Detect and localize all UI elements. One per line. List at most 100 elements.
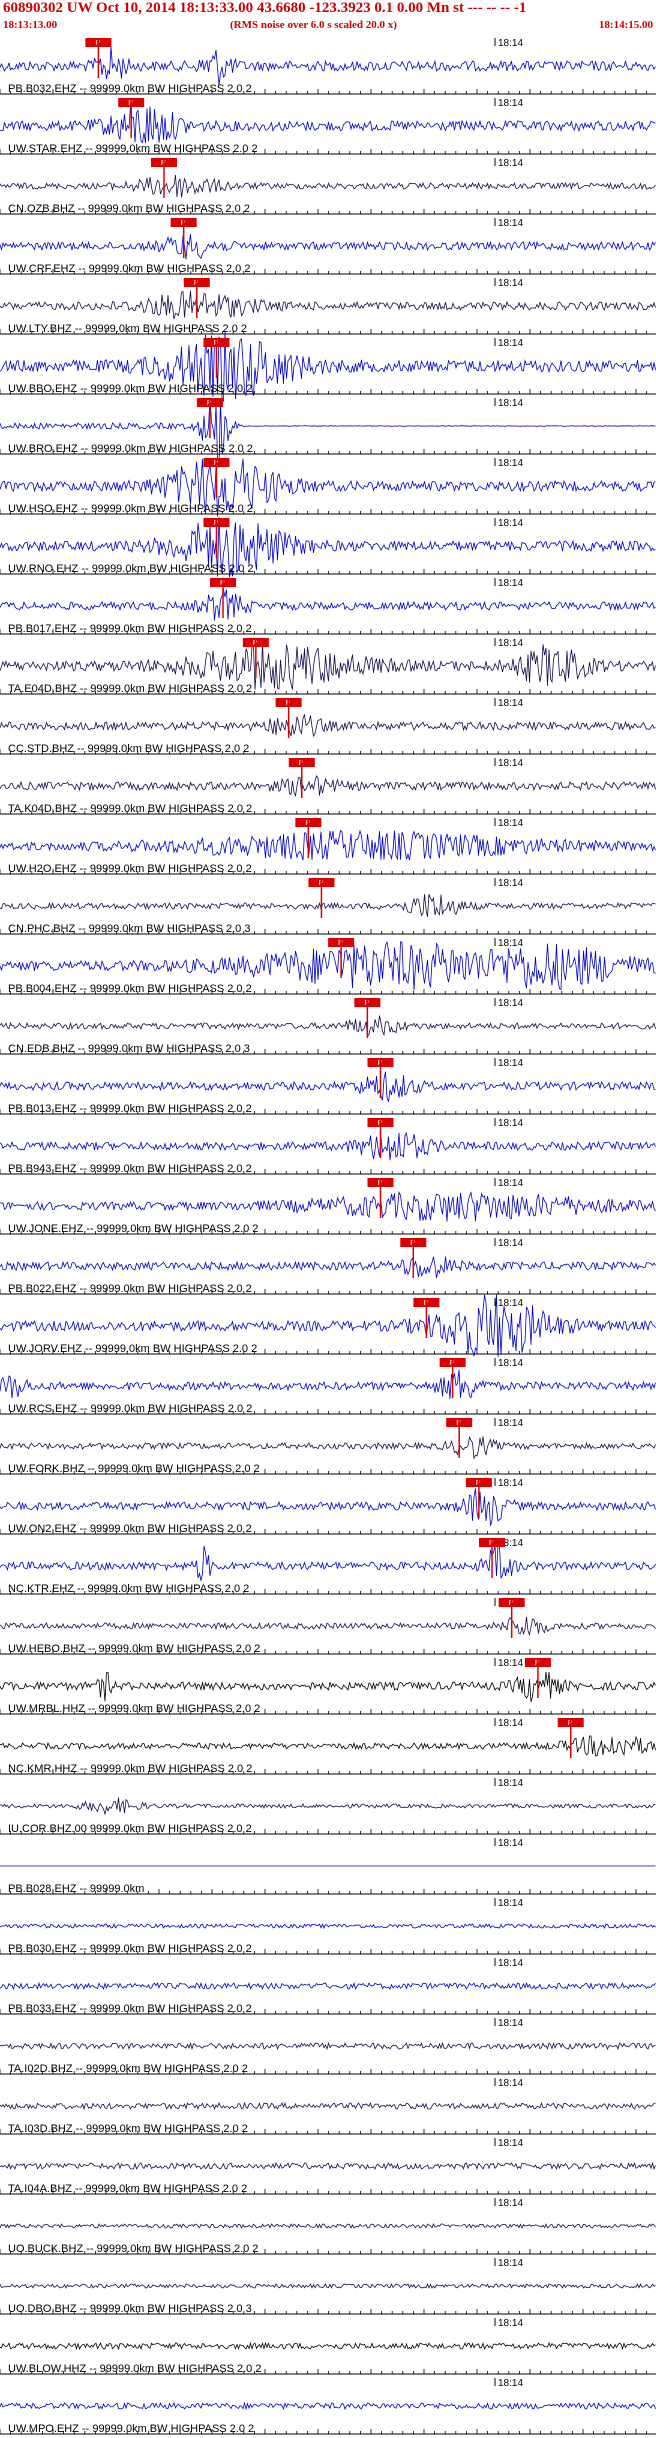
channel-17: 18:14PPB.B013.EHZ -- 99999.0km BW HIGHPA… (0, 1058, 656, 1115)
channel-12: 18:14PTA.K04D.BHZ -- 99999.0km BW HIGHPA… (0, 758, 656, 815)
channel-label: CN.EDB.BHZ -- 99999.0km BW HIGHPASS 2.0 … (8, 1043, 250, 1055)
waveform (0, 397, 656, 468)
waveform (0, 1435, 656, 1460)
minute-tick-label: 18:14 (498, 1238, 523, 1249)
minute-tick-label: 18:14 (498, 458, 523, 469)
minute-tick-label: 18:14 (498, 698, 523, 709)
minute-tick-label: 18:14 (498, 818, 523, 829)
channel-1: 18:14PUW.STAR.EHZ -- 99999.0km BW HIGHPA… (0, 98, 656, 155)
channel-21: 18:14PUW.JORV.EHZ -- 99999.0km BW HIGHPA… (0, 1294, 656, 1357)
channel-label: PB.B033.EHZ -- 99999.0km BW HIGHPASS 2.0… (8, 2003, 252, 2015)
channel-9: 18:14PPB.B017.EHZ -- 99999.0km BW HIGHPA… (0, 578, 656, 635)
minute-tick-label: 18:14 (498, 638, 523, 649)
channel-label: UW.MPO.EHZ -- 99999.0km BW HIGHPASS 2.0 … (8, 2423, 254, 2435)
start-time: 18:13:13.00 (3, 19, 58, 31)
channel-33: 18:14 TA.I02D.BHZ -- 99999.0km BW HIGHPAS… (0, 2018, 656, 2075)
waveform (0, 1488, 656, 1526)
minute-tick-label: 18:14 (498, 1718, 523, 1729)
channel-label: UW.RCS.EHZ -- 99999.0km BW HIGHPASS 2.0 … (8, 1403, 252, 1415)
channel-13: 18:14PUW.H2O.EHZ -- 99999.0km BW HIGHPAS… (0, 818, 656, 875)
plot-header: 60890302 UW Oct 10, 2014 18:13:33.00 43.… (0, 0, 656, 34)
channel-19: 18:14PUW.JONE.EHZ -- 99999.0km BW HIGHPA… (0, 1178, 656, 1235)
waveform (0, 829, 656, 861)
channel-label: TA.I02D.BHZ -- 99999.0km BW HIGHPASS 2.0… (8, 2063, 248, 2075)
waveform (0, 775, 656, 798)
waveform (0, 290, 656, 320)
channel-label: PB.B013.EHZ -- 99999.0km BW HIGHPASS 2.0… (8, 1103, 252, 1115)
channel-36: 18:14 UO.BUCK.BHZ -- 99999.0km BW HIGHPAS… (0, 2198, 656, 2255)
channel-3: 18:14PUW.CRF.EHZ -- 99999.0km BW HIGHPAS… (0, 218, 656, 275)
channel-label: IU.COR.BHZ.00 99999.0km BW HIGHPASS 2.0 … (8, 1823, 252, 1835)
channel-label: CN.OZB.BHZ -- 99999.0km BW HIGHPASS 2.0 … (8, 203, 250, 215)
minute-tick-label: 18:14 (498, 1178, 523, 1189)
channel-label: PB.B017.EHZ -- 99999.0km BW HIGHPASS 2.0… (8, 623, 252, 635)
channel-16: 18:14PCN.EDB.BHZ -- 99999.0km BW HIGHPAS… (0, 998, 656, 1055)
minute-tick-label: 18:14 (498, 1958, 523, 1969)
channel-8: 18:14PUW.RNO.EHZ -- 99999.0km BW HIGHPAS… (0, 517, 656, 578)
channel-label: UW.FORK.BHZ -- 99999.0km BW HIGHPASS 2.0… (8, 1463, 260, 1475)
waveform (0, 2161, 656, 2171)
channel-label: TA.I03D.BHZ -- 99999.0km BW HIGHPASS 2.0… (8, 2123, 248, 2135)
channel-10: 18:14PTA.E04D.BHZ -- 99999.0km BW HIGHPA… (0, 638, 656, 695)
channel-label: UW.ON2.EHZ -- 99999.0km BW HIGHPASS 2.0 … (8, 1523, 252, 1535)
minute-tick-label: 18:14 (498, 2138, 523, 2149)
channel-label: UW.STAR.EHZ -- 99999.0km BW HIGHPASS 2.0… (8, 143, 258, 155)
channel-5: 18:14PUW.BBO.EHZ -- 99999.0km BW HIGHPAS… (0, 330, 656, 402)
rms-note: (RMS noise over 6.0 s scaled 20.0 x) (230, 19, 397, 31)
channel-label: PB.B030.EHZ -- 99999.0km BW HIGHPASS 2.0… (8, 1943, 252, 1955)
waveform (0, 2041, 656, 2051)
channel-label: UW.HEBO.BHZ -- 99999.0km BW HIGHPASS 2.0… (8, 1643, 260, 1655)
channel-label: UW.H2O.EHZ -- 99999.0km BW HIGHPASS 2.0 … (8, 863, 252, 875)
channel-4: 18:14PUW.LTY.BHZ -- 99999.0km BW HIGHPAS… (0, 278, 656, 335)
minute-tick-label: 18:14 (498, 1898, 523, 1909)
channel-26: 18:14PUW.HEBO.BHZ -- 99999.0km BW HIGHPA… (0, 1598, 656, 1655)
channel-label: UW.JONE.EHZ -- 99999.0km BW HIGHPASS 2.0… (8, 1223, 258, 1235)
minute-tick-label: 18:14 (498, 2378, 523, 2389)
channel-37: 18:14 UO.DBO.BHZ -- 99999.0km BW HIGHPASS… (0, 2258, 656, 2315)
channel-label: CN.PHC.BHZ -- 99999.0km BW HIGHPASS 2.0 … (8, 923, 250, 935)
minute-tick-label: 18:14 (498, 398, 523, 409)
channel-28: 18:14PNC.KMR.HHZ -- 99999.0km BW HIGHPAS… (0, 1718, 656, 1775)
minute-tick-label: 18:14 (498, 1058, 523, 1069)
event-title: 60890302 UW Oct 10, 2014 18:13:33.00 43.… (3, 0, 527, 16)
minute-tick-label: 18:14 (498, 1658, 523, 1669)
channel-11: 18:14PCC.STD.BHZ -- 99999.0km BW HIGHPAS… (0, 698, 656, 755)
channel-label: UW.LTY.BHZ -- 99999.0km BW HIGHPASS 2.0 … (8, 323, 247, 335)
minute-tick-label: 18:14 (498, 1778, 523, 1789)
channel-label: NC.KMR.HHZ -- 99999.0km BW HIGHPASS 2.0 … (8, 1763, 252, 1775)
channel-27: 18:14PUW.MRBL.HHZ -- 99999.0km BW HIGHPA… (0, 1658, 656, 1715)
waveform (0, 714, 656, 738)
channel-label: UO.BUCK.BHZ -- 99999.0km BW HIGHPASS 2.0… (8, 2243, 258, 2255)
waveform (0, 2341, 656, 2351)
waveform (0, 589, 656, 621)
waveform (0, 1369, 656, 1399)
waveform (0, 2223, 656, 2230)
waveform (0, 1797, 656, 1815)
channel-0: 18:14PPB.B032.EHZ -- 99999.0km BW HIGHPA… (0, 38, 656, 95)
channel-label: TA.K04D.BHZ -- 99999.0km BW HIGHPASS 2.0… (8, 803, 252, 815)
waveform (0, 1923, 656, 1930)
channel-label: UW.HSO.EHZ -- 99999.0km BW HIGHPASS 2.0 … (8, 503, 253, 515)
channel-39: 18:14 UW.MPO.EHZ -- 99999.0km BW HIGHPASS… (0, 2378, 656, 2435)
waveform (0, 1071, 656, 1102)
channel-label: PB.B032.EHZ -- 99999.0km BW HIGHPASS 2.0… (8, 83, 252, 95)
channel-label: CC.STD.BHZ -- 99999.0km BW HIGHPASS 2.0 … (8, 743, 249, 755)
waveform (0, 1617, 656, 1637)
waveform (0, 174, 656, 198)
waveform (0, 1256, 656, 1279)
minute-tick-label: 18:14 (498, 38, 523, 49)
minute-tick-label: 18:14 (498, 158, 523, 169)
channel-30: 18:14 PB.B028.EHZ -- 99999.0km (0, 1838, 656, 1895)
channel-15: 18:14PPB.B004.EHZ -- 99999.0km BW HIGHPA… (0, 938, 656, 995)
channel-25: 18:14PNC.KTR.EHZ -- 99999.0km BW HIGHPAS… (0, 1538, 656, 1595)
channel-label: UW.CRF.EHZ -- 99999.0km BW HIGHPASS 2.0 … (8, 263, 250, 275)
channel-18: 18:14PPB.B943.EHZ -- 99999.0km BW HIGHPA… (0, 1118, 656, 1175)
waveform (0, 1015, 656, 1038)
minute-tick-label: 18:14 (498, 938, 523, 949)
channel-32: 18:14 PB.B033.EHZ -- 99999.0km BW HIGHPAS… (0, 1958, 656, 2015)
channel-label: UO.DBO.BHZ -- 99999.0km BW HIGHPASS 2.0 … (8, 2303, 252, 2315)
waveform (0, 105, 656, 144)
waveform (0, 1735, 656, 1757)
channel-34: 18:14 TA.I03D.BHZ -- 99999.0km BW HIGHPAS… (0, 2078, 656, 2135)
minute-tick-label: 18:14 (498, 1478, 523, 1489)
